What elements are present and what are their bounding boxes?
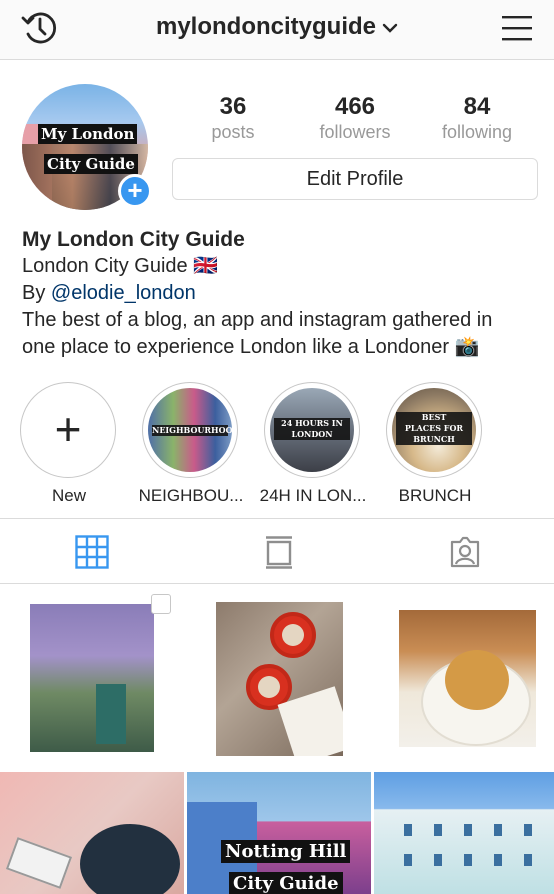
highlight-image: BEST PLACES FOR BRUNCH	[392, 388, 476, 472]
avatar-label-line1: My London	[38, 124, 138, 144]
following-count: 84	[463, 93, 491, 120]
profile-view-tabs	[0, 518, 554, 584]
highlight-tag: NEIGHBOURHOOD	[152, 425, 232, 436]
bowl-image	[80, 824, 180, 894]
window-image	[434, 824, 442, 836]
window-image	[494, 854, 502, 866]
window-image	[524, 824, 532, 836]
highlight-caption: NEIGHBOU...	[138, 486, 244, 505]
grid-icon[interactable]	[75, 535, 109, 569]
profile-bio: My London City Guide London City Guide 🇬…	[22, 226, 542, 361]
post-thumbnail[interactable]: Notting Hill City Guide	[187, 772, 371, 894]
username-dropdown[interactable]: mylondoncityguide	[0, 13, 554, 41]
posts-stat[interactable]: 36 posts	[172, 93, 294, 143]
food-image	[445, 650, 509, 710]
profile-stats: 36 posts 466 followers 84 following	[172, 93, 538, 143]
bio-description-line2: one place to experience London like a Lo…	[22, 336, 480, 358]
bio-line-author: By @elodie_london	[22, 280, 542, 307]
top-navigation-bar: mylondoncityguide	[0, 0, 554, 60]
add-story-icon[interactable]: +	[118, 174, 152, 208]
highlight-tag: 24 HOURS IN LONDON	[274, 418, 350, 440]
followers-count: 466	[334, 93, 376, 120]
post-thumbnail[interactable]	[30, 594, 171, 752]
following-stat[interactable]: 84 following	[416, 93, 538, 143]
bio-description-line1: The best of a blog, an app and instagram…	[22, 309, 493, 331]
window-image	[464, 824, 472, 836]
highlight-neighbourhood[interactable]: NEIGHBOURHOOD NEIGHBOU...	[139, 382, 243, 506]
post-thumbnail[interactable]	[0, 772, 184, 894]
post-overlay-subtitle: City Guide	[229, 872, 343, 894]
followers-label: followers	[319, 122, 391, 142]
chevron-down-icon	[382, 23, 398, 33]
edit-profile-button[interactable]: Edit Profile	[172, 158, 538, 200]
highlight-caption: BRUNCH	[398, 486, 472, 505]
highlight-tag: BEST PLACES FOR BRUNCH	[396, 412, 472, 445]
highlight-new[interactable]: + New	[20, 382, 118, 506]
highlight-image: NEIGHBOURHOOD	[148, 388, 232, 472]
followers-stat[interactable]: 466 followers	[294, 93, 416, 143]
avatar-label-line2: City Guide	[44, 154, 138, 174]
select-checkbox[interactable]	[151, 594, 171, 614]
post-thumbnail[interactable]	[374, 772, 554, 894]
author-handle-link[interactable]: @elodie_london	[51, 282, 196, 304]
highlight-brunch[interactable]: BEST PLACES FOR BRUNCH BRUNCH	[386, 382, 484, 506]
hamburger-menu-icon[interactable]	[500, 12, 534, 44]
phone-image	[5, 837, 73, 889]
window-image	[524, 854, 532, 866]
plus-icon: +	[54, 403, 82, 455]
highlight-caption: New	[51, 486, 86, 505]
bio-by-label: By	[22, 282, 51, 304]
highlight-caption: 24H IN LON...	[259, 486, 367, 505]
username-title: mylondoncityguide	[155, 13, 376, 40]
highlight-24h-london[interactable]: 24 HOURS IN LONDON 24H IN LON...	[260, 382, 366, 506]
coffee-cup-image	[270, 612, 316, 658]
highlight-image: 24 HOURS IN LONDON	[270, 388, 354, 472]
post-thumbnail[interactable]	[399, 610, 536, 747]
following-label: following	[441, 122, 513, 142]
highlight-new-ring: +	[20, 382, 116, 478]
highlight-ring: 24 HOURS IN LONDON	[264, 382, 360, 478]
window-image	[464, 854, 472, 866]
highlight-ring: BEST PLACES FOR BRUNCH	[386, 382, 482, 478]
post-image-door	[96, 684, 126, 744]
profile-name: My London City Guide	[22, 228, 245, 251]
window-image	[404, 854, 412, 866]
posts-count: 36	[219, 93, 247, 120]
tagged-icon[interactable]	[448, 535, 482, 569]
feed-icon[interactable]	[262, 535, 296, 569]
window-image	[434, 854, 442, 866]
post-thumbnail[interactable]	[216, 602, 343, 756]
bio-line-category: London City Guide 🇬🇧	[22, 255, 219, 277]
post-overlay-title: Notting Hill	[221, 840, 351, 863]
window-image	[404, 824, 412, 836]
window-image	[494, 824, 502, 836]
highlight-ring: NEIGHBOURHOOD	[142, 382, 238, 478]
posts-label: posts	[211, 122, 255, 142]
